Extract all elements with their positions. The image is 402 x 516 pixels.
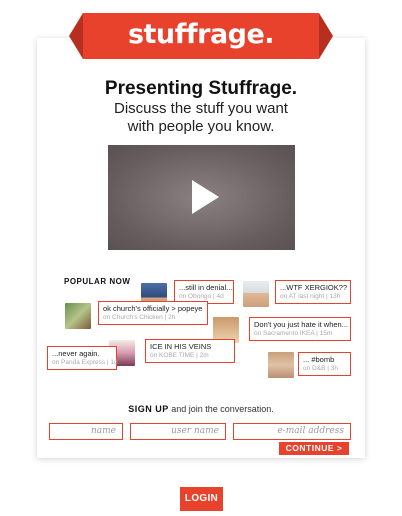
post-meta: on Church's Chicken | 2h — [103, 314, 176, 321]
username-field[interactable]: user name — [130, 423, 226, 440]
post-text: ICE IN HIS VEINS — [150, 342, 212, 351]
post-text: ok church's officially > popeye — [103, 304, 203, 313]
post-meta: on Panda Express | 1d — [52, 359, 118, 366]
popular-post[interactable]: ok church's officially > popeye on Churc… — [98, 301, 208, 325]
subtitle-line-2: with people you know. — [127, 118, 275, 135]
popular-post[interactable]: ...never again. on Panda Express | 1d — [47, 346, 118, 370]
post-text: ...never again. — [52, 349, 100, 358]
post-meta: on D&B | 3h — [303, 365, 338, 372]
post-meta: on KOBE TIME | 2m — [150, 352, 209, 359]
login-button[interactable]: LOGIN — [180, 487, 223, 511]
avatar[interactable] — [268, 352, 294, 378]
popular-now-heading: POPULAR NOW — [64, 277, 131, 286]
page-subtitle: Discuss the stuff you want with people y… — [37, 100, 365, 136]
post-text: ...still in denial.... — [179, 283, 235, 292]
avatar[interactable] — [65, 303, 91, 329]
play-icon[interactable] — [192, 180, 219, 214]
name-field[interactable]: name — [49, 423, 123, 440]
post-text: ...WTF XERGIOK?? — [280, 283, 348, 292]
intro-video[interactable] — [108, 145, 295, 250]
signup-rest: and join the conversation. — [171, 404, 274, 414]
subtitle-line-1: Discuss the stuff you want — [114, 100, 288, 117]
logo-text: stuffrage. — [127, 19, 275, 50]
name-placeholder: name — [90, 426, 116, 436]
logo-banner: stuffrage. — [69, 13, 333, 59]
popular-post[interactable]: Don't you just hate it when... on Sacram… — [249, 317, 351, 341]
post-meta: on AT last night | 13h — [280, 293, 341, 300]
email-placeholder: e-mail address — [277, 426, 344, 436]
post-text: ... #bomb — [303, 355, 335, 364]
post-meta: on Obongo | 4d — [179, 293, 224, 300]
page-title: Presenting Stuffrage. — [104, 78, 298, 99]
popular-post[interactable]: ...WTF XERGIOK?? on AT last night | 13h — [275, 280, 351, 304]
popular-post[interactable]: ... #bomb on D&B | 3h — [298, 352, 351, 376]
email-field[interactable]: e-mail address — [233, 423, 351, 440]
username-placeholder: user name — [171, 426, 219, 436]
post-meta: on Sacramento IKEA | 15m — [254, 330, 333, 337]
post-text: Don't you just hate it when... — [254, 320, 348, 329]
avatar[interactable] — [243, 281, 269, 307]
popular-post[interactable]: ICE IN HIS VEINS on KOBE TIME | 2m — [145, 339, 235, 363]
continue-button[interactable]: CONTINUE > — [279, 442, 349, 455]
signup-lead: SIGN UP — [128, 404, 169, 414]
signup-prompt: SIGN UP and join the conversation. — [37, 404, 365, 414]
